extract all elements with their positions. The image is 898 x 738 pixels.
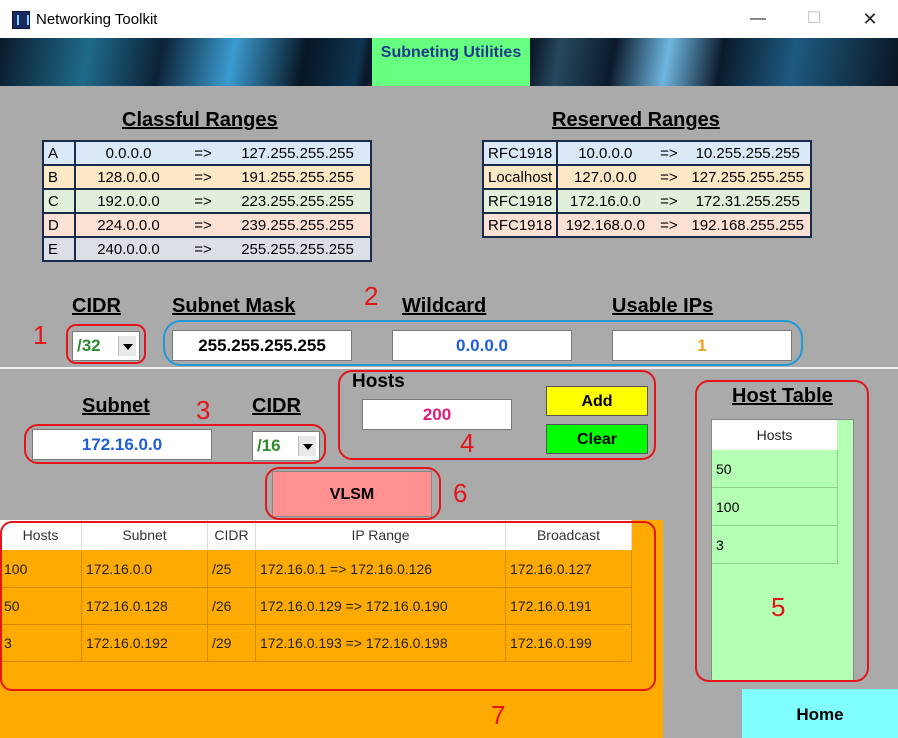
subnet-heading: Subnet (82, 395, 150, 417)
cidr-heading: CIDR (72, 295, 121, 317)
classful-cell-end: 223.255.255.255 (225, 188, 372, 214)
reserved-cell-end: 172.31.255.255 (685, 188, 812, 214)
classful-ranges-heading: Classful Ranges (122, 109, 278, 131)
annotation-label-2: 2 (364, 281, 379, 311)
classful-cell-start: 192.0.0.0 (74, 188, 181, 214)
classful-cell-cls: B (42, 164, 76, 190)
subnet-mask-heading: Subnet Mask (172, 295, 296, 317)
app-logo-icon (12, 11, 30, 29)
reserved-cell-end: 192.168.255.255 (685, 212, 812, 238)
classful-cell-cls: E (42, 236, 76, 262)
reserved-cell-start: 172.16.0.0 (556, 188, 653, 214)
classful-cell-start: 128.0.0.0 (74, 164, 181, 190)
annotation-box-5 (695, 380, 869, 682)
classful-row: C 192.0.0.0 => 223.255.255.255 (42, 188, 372, 214)
reserved-cell-start: 127.0.0.0 (556, 164, 653, 190)
classful-row: D 224.0.0.0 => 239.255.255.255 (42, 212, 372, 238)
reserved-row: RFC1918 192.168.0.0 => 192.168.255.255 (481, 212, 812, 238)
reserved-cell-start: 10.0.0.0 (556, 140, 653, 166)
add-button[interactable]: Add (546, 386, 648, 416)
classful-cell-end: 239.255.255.255 (225, 212, 372, 238)
reserved-ranges-heading: Reserved Ranges (552, 109, 720, 131)
classful-cell-cls: D (42, 212, 76, 238)
classful-cell-arrow: => (181, 140, 225, 166)
annotation-box-2 (163, 320, 803, 366)
annotation-box-7 (0, 521, 656, 691)
reserved-row: Localhost 127.0.0.0 => 127.255.255.255 (481, 164, 812, 190)
annotation-label-6: 6 (453, 478, 468, 508)
annotation-label-5: 5 (771, 592, 786, 622)
classful-cell-cls: A (42, 140, 76, 166)
hosts-heading: Hosts (352, 371, 405, 392)
reserved-row: RFC1918 172.16.0.0 => 172.31.255.255 (481, 188, 812, 214)
classful-row: B 128.0.0.0 => 191.255.255.255 (42, 164, 372, 190)
reserved-row: RFC1918 10.0.0.0 => 10.255.255.255 (481, 140, 812, 166)
classful-cell-start: 0.0.0.0 (74, 140, 181, 166)
classful-row: A 0.0.0.0 => 127.255.255.255 (42, 140, 372, 166)
section-divider (0, 367, 898, 369)
reserved-cell-end: 10.255.255.255 (685, 140, 812, 166)
reserved-ranges-table: RFC1918 10.0.0.0 => 10.255.255.255 Localhost… (481, 140, 812, 238)
annotation-label-7: 7 (491, 700, 506, 730)
reserved-cell-end: 127.255.255.255 (685, 164, 812, 190)
window-title: Networking Toolkit (36, 11, 158, 28)
reserved-cell-arrow: => (652, 164, 686, 190)
classful-cell-arrow: => (181, 164, 225, 190)
reserved-cell-name: RFC1918 (481, 212, 559, 238)
tab-subneting-utilities[interactable]: Subneting Utilities (372, 38, 530, 86)
classful-cell-end: 191.255.255.255 (225, 164, 372, 190)
close-button[interactable]: ✕ (842, 0, 898, 38)
annotation-label-1: 1 (33, 320, 48, 350)
usable-ips-heading: Usable IPs (612, 295, 714, 317)
classful-cell-end: 255.255.255.255 (225, 236, 372, 262)
classful-ranges-table: A 0.0.0.0 => 127.255.255.255 B 128.0.0.0 => 191… (42, 140, 372, 262)
classful-cell-cls: C (42, 188, 76, 214)
reserved-cell-name: Localhost (481, 164, 559, 190)
reserved-cell-arrow: => (652, 140, 686, 166)
annotation-box-3 (24, 424, 326, 464)
reserved-cell-arrow: => (652, 188, 686, 214)
classful-row: E 240.0.0.0 => 255.255.255.255 (42, 236, 372, 262)
maximize-button[interactable]: ☐ (786, 0, 842, 38)
annotation-label-3: 3 (196, 395, 211, 425)
minimize-button[interactable]: — (730, 0, 786, 38)
classful-cell-arrow: => (181, 236, 225, 262)
hosts-input[interactable]: 200 (362, 399, 512, 430)
reserved-cell-name: RFC1918 (481, 188, 559, 214)
reserved-cell-name: RFC1918 (481, 140, 559, 166)
classful-cell-start: 224.0.0.0 (74, 212, 181, 238)
vlsm-cidr-heading: CIDR (252, 395, 301, 417)
reserved-cell-start: 192.168.0.0 (556, 212, 653, 238)
wildcard-heading: Wildcard (402, 295, 487, 317)
annotation-box-1 (66, 324, 146, 364)
home-button[interactable]: Home (742, 689, 898, 738)
classful-cell-end: 127.255.255.255 (225, 140, 372, 166)
annotation-box-6 (265, 467, 441, 520)
classful-cell-arrow: => (181, 212, 225, 238)
classful-cell-start: 240.0.0.0 (74, 236, 181, 262)
classful-cell-arrow: => (181, 188, 225, 214)
clear-button[interactable]: Clear (546, 424, 648, 454)
reserved-cell-arrow: => (652, 212, 686, 238)
annotation-label-4: 4 (460, 428, 475, 458)
